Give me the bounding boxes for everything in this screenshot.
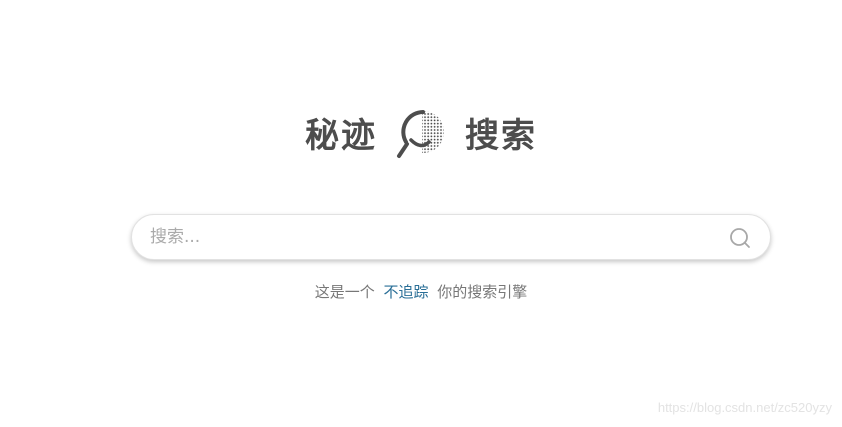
tagline: 这是一个 不追踪 你的搜索引擎 xyxy=(0,281,842,302)
page: 秘迹 搜索 这是一个 xyxy=(0,0,842,427)
logo-icon xyxy=(397,110,444,158)
tagline-highlight: 不追踪 xyxy=(383,283,429,301)
search-input[interactable] xyxy=(150,215,710,259)
tagline-suffix: 你的搜索引擎 xyxy=(437,283,528,301)
logo-text-right: 搜索 xyxy=(465,116,537,156)
watermark: https://blog.csdn.net/zc520yzy xyxy=(657,400,832,415)
logo-text-left: 秘迹 xyxy=(305,116,377,156)
tagline-prefix: 这是一个 xyxy=(314,283,375,301)
search-icon[interactable] xyxy=(728,226,752,250)
search-box[interactable] xyxy=(131,214,771,260)
site-logo: 秘迹 搜索 xyxy=(0,106,842,166)
